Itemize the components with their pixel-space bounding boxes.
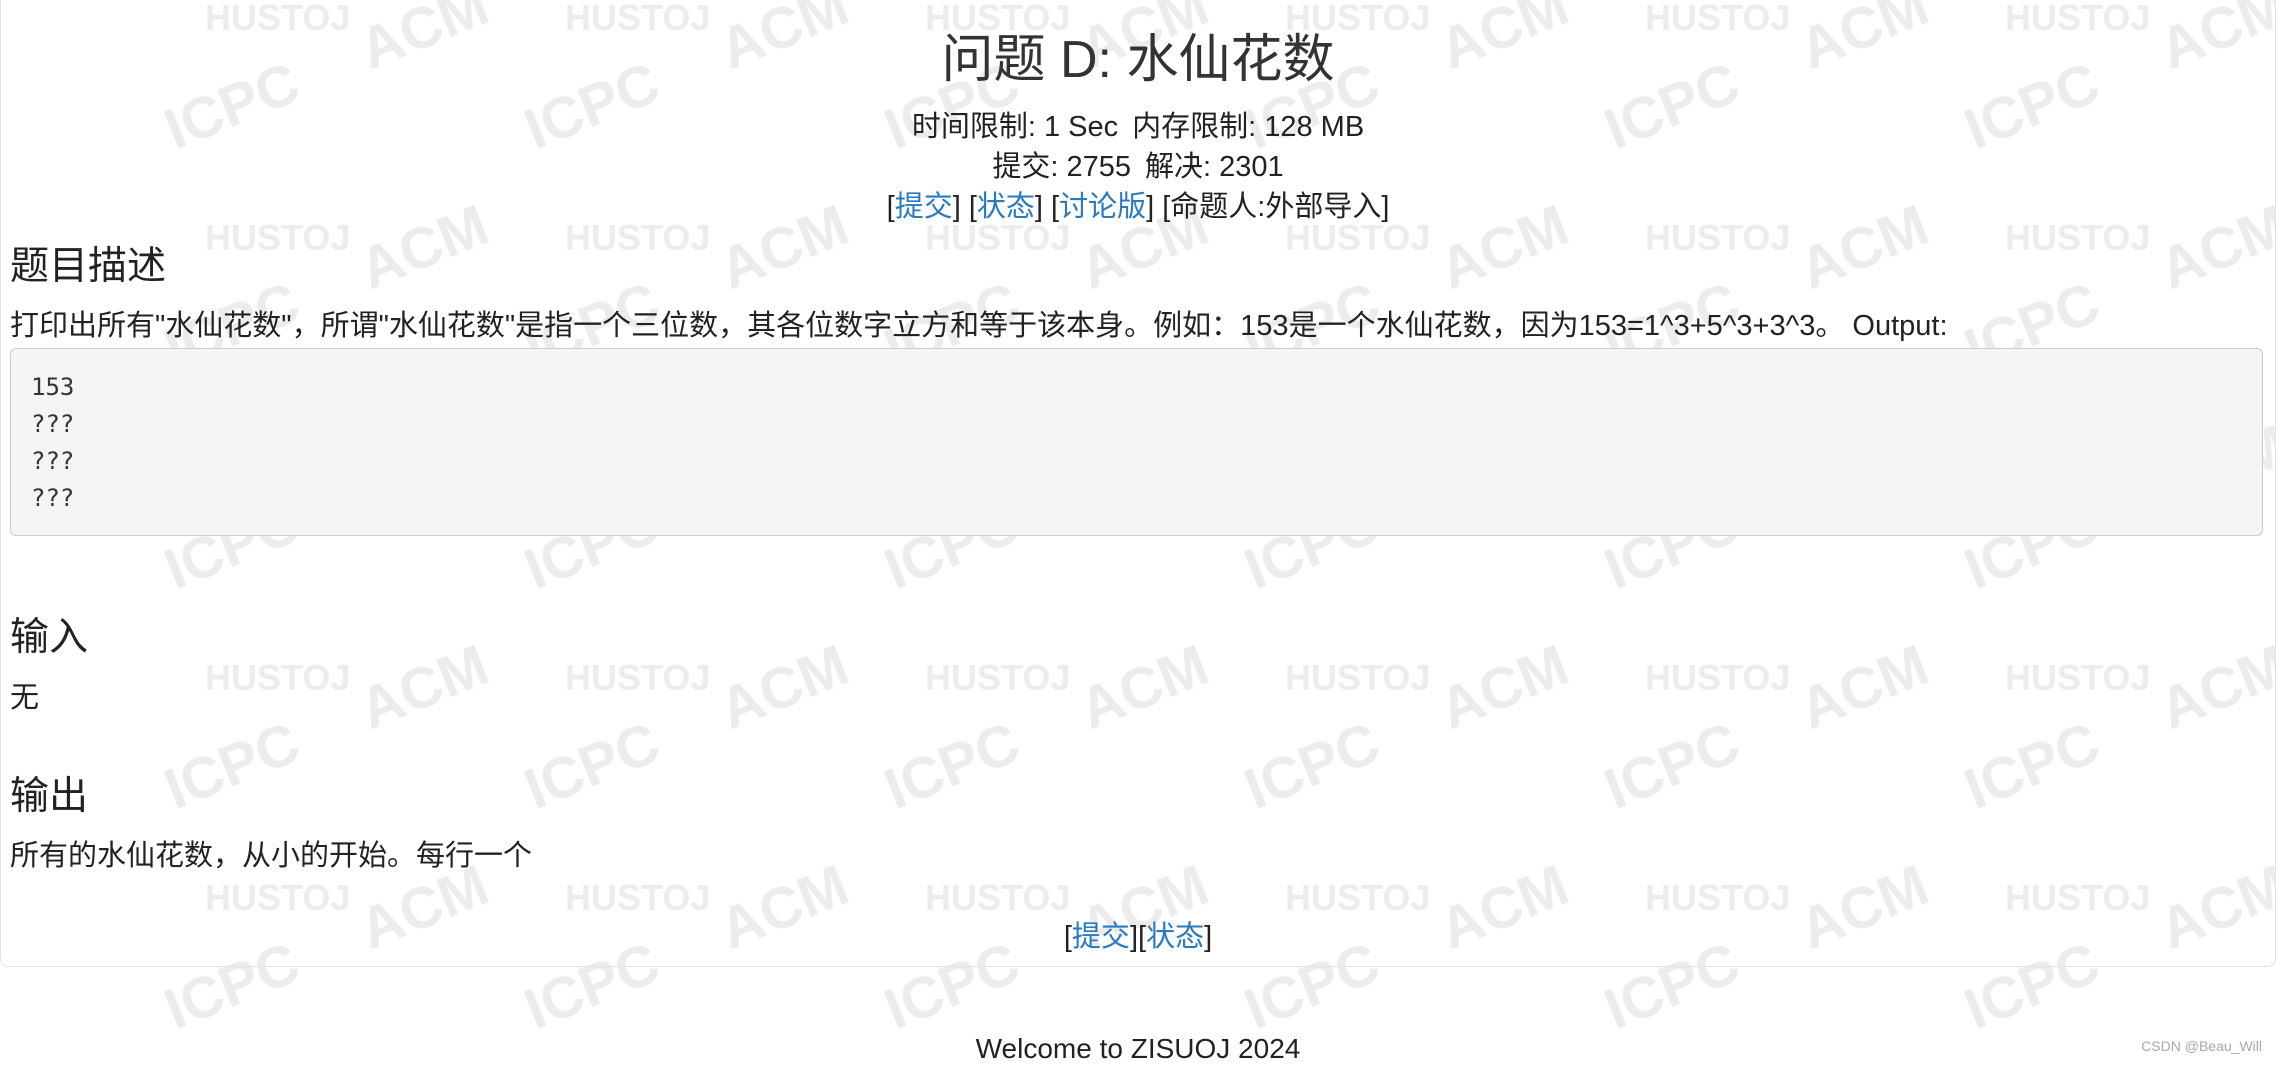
description-heading: 题目描述 — [10, 245, 167, 288]
code-line: ??? — [31, 484, 75, 512]
output-heading: 输出 — [10, 775, 89, 818]
stats-line: 提交: 2755 解决: 2301 — [0, 147, 2276, 187]
time-limit: 时间限制: 1 Sec — [911, 111, 1119, 143]
credit-watermark: CSDN @Beau_Will — [2141, 1038, 2262, 1054]
input-heading: 输入 — [10, 616, 89, 659]
footer-submit-link[interactable]: 提交 — [1072, 921, 1130, 953]
solved-count: 解决: 2301 — [1145, 151, 1284, 183]
footer-links: [提交][状态] — [1063, 921, 1213, 953]
status-link[interactable]: 状态 — [977, 191, 1035, 223]
code-line: 153 — [31, 373, 75, 401]
sample-output-code: 153????????? — [10, 348, 2263, 536]
submit-link[interactable]: 提交 — [895, 191, 953, 223]
input-text: 无 — [10, 682, 40, 714]
footer-status-link[interactable]: 状态 — [1146, 921, 1204, 953]
submit-count: 提交: 2755 — [992, 151, 1131, 183]
description-text: 打印出所有"水仙花数"，所谓"水仙花数"是指一个三位数，其各位数字立方和等于该本… — [10, 310, 1948, 342]
discuss-link[interactable]: 讨论版 — [1059, 191, 1146, 223]
memory-limit: 内存限制: 128 MB — [1132, 111, 1365, 143]
limits-line: 时间限制: 1 Sec 内存限制: 128 MB — [0, 107, 2276, 147]
problem-title: 问题 D: 水仙花数 — [941, 31, 1335, 89]
author-label: [命题人:外部导入] — [1162, 191, 1390, 223]
output-text: 所有的水仙花数，从小的开始。每行一个 — [10, 840, 533, 872]
welcome-footer: Welcome to ZISUOJ 2024 — [975, 1033, 1301, 1064]
code-line: ??? — [31, 447, 75, 475]
problem-links: [提交] [状态] [讨论版] [命题人:外部导入] — [886, 191, 1390, 223]
code-line: ??? — [31, 410, 75, 438]
